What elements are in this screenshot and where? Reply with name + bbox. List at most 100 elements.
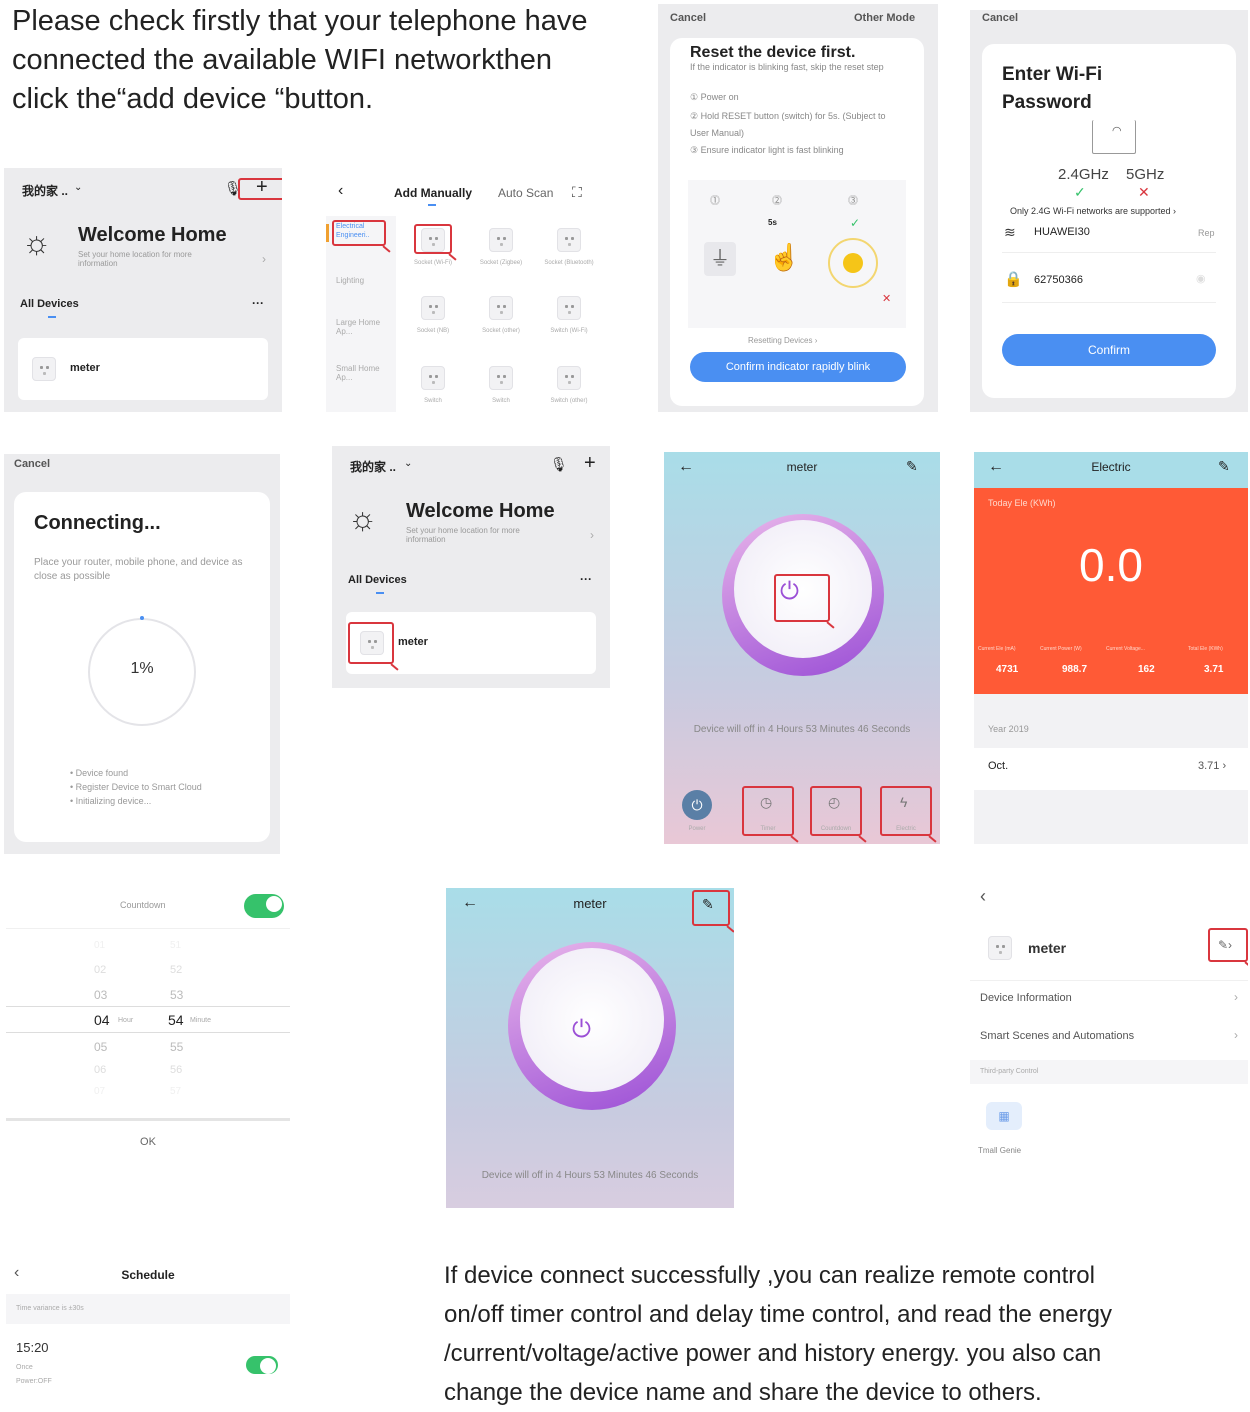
- add-device-button[interactable]: +: [584, 452, 596, 475]
- intro-line: connected the available WIFI networkthen: [12, 44, 553, 76]
- chevron-right-icon[interactable]: ›: [1234, 990, 1238, 1004]
- countdown-toggle[interactable]: [244, 894, 284, 918]
- band-24-label: 2.4GHz: [1058, 166, 1109, 183]
- password-field[interactable]: 62750366: [1034, 274, 1083, 286]
- minute-option[interactable]: 52: [170, 964, 182, 976]
- socket-icon[interactable]: [421, 296, 445, 320]
- more-icon[interactable]: ···: [252, 296, 264, 310]
- chevron-right-icon[interactable]: ›: [262, 252, 266, 266]
- switch-icon[interactable]: [557, 366, 581, 390]
- edit-icon[interactable]: ✎: [1218, 458, 1230, 475]
- category-item[interactable]: Lighting: [336, 276, 364, 285]
- eye-icon[interactable]: ◉: [1196, 272, 1206, 285]
- highlight-box: [692, 890, 730, 926]
- schedule-time[interactable]: 15:20: [16, 1340, 49, 1355]
- minute-selected[interactable]: 54: [168, 1012, 184, 1028]
- highlight-box: [238, 178, 282, 200]
- home-screen-device: 我的家 .. ⌄ 🎙 + ☼ Welcome Home Set your hom…: [332, 446, 610, 688]
- scan-icon[interactable]: ⛶: [572, 184, 582, 201]
- item-label: Socket (Wi-Fi): [414, 260, 452, 266]
- socket-icon[interactable]: [489, 228, 513, 252]
- divider: [6, 1118, 290, 1121]
- welcome-subtitle[interactable]: Set your home location for more informat…: [78, 250, 228, 268]
- confirm-button[interactable]: Confirm: [1002, 334, 1216, 366]
- smart-scenes-item[interactable]: Smart Scenes and Automations: [980, 1030, 1134, 1042]
- device-information-item[interactable]: Device Information: [980, 992, 1072, 1004]
- item-label: Socket (Zigbee): [479, 260, 523, 266]
- step-icon: ⓶: [772, 196, 782, 207]
- step-row: • Initializing device...: [70, 796, 152, 806]
- chevron-right-icon[interactable]: ›: [590, 528, 594, 542]
- highlight-box: [1208, 928, 1248, 962]
- outro-line: change the device name and share the dev…: [444, 1379, 1042, 1406]
- schedule-note: Time variance is ±30s: [16, 1305, 84, 1312]
- welcome-subtitle[interactable]: Set your home location for more informat…: [406, 526, 556, 544]
- cancel-button[interactable]: Cancel: [670, 12, 706, 24]
- minute-option[interactable]: 57: [170, 1086, 181, 1097]
- outro-line: on/off timer control and delay time cont…: [444, 1301, 1112, 1328]
- category-item[interactable]: Small Home Ap...: [336, 364, 386, 382]
- schedule-toggle[interactable]: [246, 1356, 278, 1374]
- ssid-field[interactable]: HUAWEI30: [1034, 226, 1090, 238]
- cancel-button[interactable]: Cancel: [982, 12, 1018, 24]
- month-row[interactable]: Oct. 3.71 ›: [974, 748, 1248, 790]
- device-card[interactable]: meter: [18, 338, 268, 400]
- cancel-button[interactable]: Cancel: [14, 458, 50, 470]
- hour-selected[interactable]: 04: [94, 1012, 110, 1028]
- category-item[interactable]: Large Home Ap...: [336, 318, 386, 336]
- socket-icon: [988, 936, 1012, 960]
- other-mode-button[interactable]: Other Mode: [854, 12, 915, 24]
- switch-icon[interactable]: [421, 366, 445, 390]
- hour-option[interactable]: 03: [94, 988, 107, 1002]
- all-devices-tab[interactable]: All Devices: [348, 574, 407, 586]
- socket-icon[interactable]: [489, 296, 513, 320]
- home-name[interactable]: 我的家 ..: [350, 458, 396, 475]
- chevron-down-icon[interactable]: ⌄: [74, 182, 82, 193]
- confirm-blink-button[interactable]: Confirm indicator rapidly blink: [690, 352, 906, 382]
- wifi-note[interactable]: Only 2.4G Wi-Fi networks are supported ›: [1010, 206, 1176, 216]
- minute-option[interactable]: 51: [170, 940, 181, 951]
- back-icon[interactable]: ‹: [338, 182, 343, 200]
- back-icon[interactable]: ‹: [980, 886, 986, 907]
- hour-option[interactable]: 05: [94, 1040, 107, 1054]
- wifi-title: Password: [1002, 92, 1092, 113]
- change-network-link[interactable]: Rep: [1198, 228, 1215, 238]
- section-label: Third-party Control: [980, 1068, 1039, 1075]
- minute-option[interactable]: 53: [170, 988, 183, 1002]
- power-icon[interactable]: ⏻: [572, 1016, 591, 1044]
- reset-subtitle: If the indicator is blinking fast, skip …: [690, 62, 884, 72]
- power-button[interactable]: ⏻: [682, 790, 712, 820]
- hour-option[interactable]: 01: [94, 940, 105, 951]
- wifi-screen: Cancel Enter Wi-Fi Password ◠ 2.4GHz 5GH…: [970, 10, 1248, 412]
- minute-option[interactable]: 56: [170, 1064, 182, 1076]
- ok-button[interactable]: OK: [6, 1136, 290, 1148]
- stat-label: Total Ele (KWh): [1188, 646, 1223, 652]
- divider: [970, 980, 1248, 981]
- device-name: meter: [398, 636, 428, 648]
- hour-option[interactable]: 06: [94, 1064, 106, 1076]
- switch-icon[interactable]: [557, 296, 581, 320]
- connecting-screen: Cancel Connecting... Place your router, …: [4, 454, 280, 854]
- more-icon[interactable]: ···: [580, 572, 592, 586]
- schedule-action: Power:OFF: [16, 1378, 52, 1385]
- minute-option[interactable]: 55: [170, 1040, 183, 1054]
- tmall-genie-icon[interactable]: ▦: [986, 1102, 1022, 1130]
- home-name[interactable]: 我的家 ..: [22, 182, 68, 199]
- band-5-label: 5GHz: [1126, 166, 1165, 183]
- mic-icon[interactable]: 🎙: [550, 456, 568, 473]
- all-devices-tab[interactable]: All Devices: [20, 298, 79, 310]
- edit-icon[interactable]: ✎: [906, 458, 918, 475]
- switch-icon[interactable]: [489, 366, 513, 390]
- chevron-right-icon[interactable]: ›: [1234, 1028, 1238, 1042]
- category-marker: [326, 224, 329, 242]
- socket-icon[interactable]: [557, 228, 581, 252]
- hour-option[interactable]: 07: [94, 1086, 105, 1097]
- tab-auto-scan[interactable]: Auto Scan: [498, 186, 553, 200]
- resetting-devices-link[interactable]: Resetting Devices ›: [748, 336, 817, 345]
- step-icon: ⓵: [710, 196, 720, 207]
- minute-unit: Minute: [190, 1017, 212, 1024]
- tab-add-manually[interactable]: Add Manually: [394, 186, 472, 200]
- hour-option[interactable]: 02: [94, 964, 106, 976]
- chevron-down-icon[interactable]: ⌄: [404, 458, 412, 469]
- progress-percent: 1%: [130, 660, 154, 677]
